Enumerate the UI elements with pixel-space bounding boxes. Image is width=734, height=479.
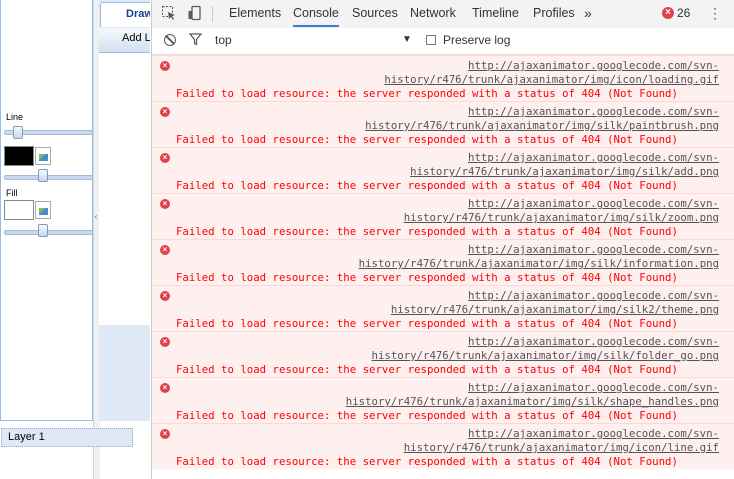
error-text: Failed to load resource: the server resp… <box>176 179 678 192</box>
error-icon: × <box>160 337 170 347</box>
error-text: Failed to load resource: the server resp… <box>176 271 678 284</box>
broken-image-icon <box>35 147 51 165</box>
console-error-message: × http://ajaxanimator.googlecode.com/svn… <box>152 101 734 147</box>
filter-icon[interactable] <box>188 33 203 49</box>
context-selector[interactable]: top <box>215 33 232 47</box>
resource-link[interactable]: http://ajaxanimator.googlecode.com/svn- <box>468 197 719 211</box>
error-text: Failed to load resource: the server resp… <box>176 455 678 468</box>
device-mode-icon[interactable] <box>186 5 204 23</box>
tab-draw[interactable]: Draw <box>100 2 150 27</box>
tab-network[interactable]: Network <box>410 0 456 27</box>
layer-row[interactable]: Layer 1 <box>1 428 133 447</box>
resource-link[interactable]: http://ajaxanimator.googlecode.com/svn- <box>468 105 719 119</box>
error-icon: × <box>160 153 170 163</box>
resource-link[interactable]: http://ajaxanimator.googlecode.com/svn- <box>468 59 719 73</box>
error-text: Failed to load resource: the server resp… <box>176 317 678 330</box>
resource-link[interactable]: http://ajaxanimator.googlecode.com/svn- <box>468 289 719 303</box>
tools-panel: Line Fill <box>0 0 93 421</box>
console-filter-bar: top ▼ Preserve log <box>152 28 734 55</box>
add-layer-button[interactable]: Add L <box>122 32 150 44</box>
fill-color-swatch[interactable] <box>4 200 34 220</box>
devtools-toolbar: Elements Console Sources Network Timelin… <box>152 0 734 29</box>
error-text: Failed to load resource: the server resp… <box>176 133 678 146</box>
devtools-panel: Elements Console Sources Network Timelin… <box>151 0 734 479</box>
error-text: Failed to load resource: the server resp… <box>176 409 678 422</box>
console-messages: × http://ajaxanimator.googlecode.com/svn… <box>152 55 734 479</box>
error-icon: × <box>160 199 170 209</box>
tab-console[interactable]: Console <box>293 0 339 27</box>
fill-label: Fill <box>6 188 18 198</box>
resource-link[interactable]: http://ajaxanimator.googlecode.com/svn- <box>468 243 719 257</box>
resource-link[interactable]: http://ajaxanimator.googlecode.com/svn- <box>468 427 719 441</box>
error-icon: × <box>160 429 170 439</box>
resource-link[interactable]: history/r476/trunk/ajaxanimator/img/silk… <box>372 349 719 363</box>
clear-console-icon[interactable] <box>164 34 176 46</box>
resource-link[interactable]: http://ajaxanimator.googlecode.com/svn- <box>468 381 719 395</box>
menu-kebab-icon[interactable]: ⋮ <box>708 0 722 27</box>
error-icon[interactable]: × <box>662 7 674 19</box>
drawing-canvas[interactable] <box>99 53 150 325</box>
resource-link[interactable]: history/r476/trunk/ajaxanimator/img/icon… <box>404 441 719 455</box>
line-color-swatch[interactable] <box>4 146 34 166</box>
error-text: Failed to load resource: the server resp… <box>176 225 678 238</box>
line-width-slider-thumb[interactable] <box>13 126 23 139</box>
resource-link[interactable]: history/r476/trunk/ajaxanimator/img/silk… <box>404 211 719 225</box>
error-count[interactable]: 26 <box>677 6 690 20</box>
fill-opacity-slider-thumb[interactable] <box>38 224 48 237</box>
console-error-message: × http://ajaxanimator.googlecode.com/svn… <box>152 423 734 469</box>
console-error-message: × http://ajaxanimator.googlecode.com/svn… <box>152 377 734 423</box>
tab-elements[interactable]: Elements <box>229 0 281 27</box>
resource-link[interactable]: history/r476/trunk/ajaxanimator/img/silk… <box>346 395 719 409</box>
resource-link[interactable]: history/r476/trunk/ajaxanimator/img/silk… <box>359 257 719 271</box>
resource-link[interactable]: history/r476/trunk/ajaxanimator/img/silk… <box>365 119 719 133</box>
chevron-down-icon[interactable]: ▼ <box>402 34 412 45</box>
inspect-element-icon[interactable] <box>160 5 178 23</box>
resource-link[interactable]: history/r476/trunk/ajaxanimator/img/icon… <box>384 73 719 87</box>
console-error-message: × http://ajaxanimator.googlecode.com/svn… <box>152 193 734 239</box>
error-icon: × <box>160 383 170 393</box>
resource-link[interactable]: http://ajaxanimator.googlecode.com/svn- <box>468 335 719 349</box>
line-opacity-slider-thumb[interactable] <box>38 169 48 182</box>
console-error-message: × http://ajaxanimator.googlecode.com/svn… <box>152 285 734 331</box>
fill-opacity-slider[interactable] <box>4 230 93 235</box>
broken-image-icon <box>35 201 51 219</box>
tab-timeline[interactable]: Timeline <box>472 0 519 27</box>
line-opacity-slider[interactable] <box>4 175 93 180</box>
console-error-message: × http://ajaxanimator.googlecode.com/svn… <box>152 55 734 101</box>
error-icon: × <box>160 61 170 71</box>
more-tabs-icon[interactable]: » <box>584 0 592 27</box>
line-label: Line <box>6 112 24 122</box>
toolbar-divider <box>212 6 213 22</box>
tab-sources[interactable]: Sources <box>352 0 398 27</box>
preserve-log-label: Preserve log <box>443 33 511 47</box>
error-text: Failed to load resource: the server resp… <box>176 87 678 100</box>
resource-link[interactable]: history/r476/trunk/ajaxanimator/img/silk… <box>391 303 719 317</box>
error-text: Failed to load resource: the server resp… <box>176 363 678 376</box>
tab-profiles[interactable]: Profiles <box>533 0 575 27</box>
console-error-message: × http://ajaxanimator.googlecode.com/svn… <box>152 239 734 285</box>
error-icon: × <box>160 245 170 255</box>
resource-link[interactable]: http://ajaxanimator.googlecode.com/svn- <box>468 151 719 165</box>
error-icon: × <box>160 107 170 117</box>
canvas-background <box>99 325 150 421</box>
error-icon: × <box>160 291 170 301</box>
preserve-log-checkbox[interactable] <box>426 35 436 45</box>
console-error-message: × http://ajaxanimator.googlecode.com/svn… <box>152 147 734 193</box>
app-page: Line Fill ‹ Draw Add L Layer 1 <box>0 0 150 479</box>
console-error-message: × http://ajaxanimator.googlecode.com/svn… <box>152 331 734 377</box>
resource-link[interactable]: history/r476/trunk/ajaxanimator/img/silk… <box>410 165 719 179</box>
